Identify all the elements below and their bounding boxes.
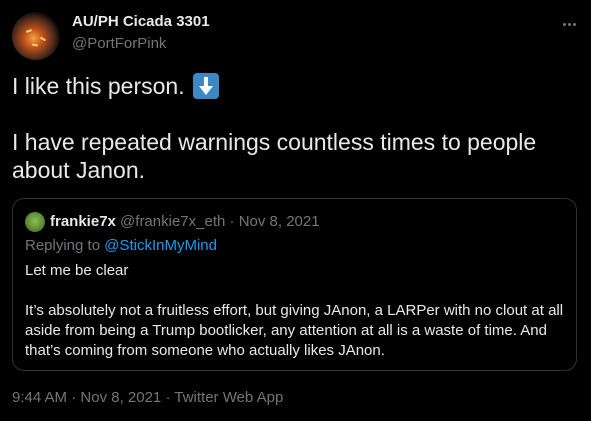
tweet-date-link[interactable]: Nov 8, 2021: [80, 389, 161, 406]
replying-to: Replying to @StickInMyMind: [25, 237, 217, 254]
dot: [562, 22, 566, 26]
avatar-spark: [39, 36, 47, 42]
tweet-line-2: I have repeated warnings countless times…: [12, 129, 537, 183]
tweet-time-link[interactable]: 9:44 AM: [12, 389, 67, 406]
quoted-paragraph-2: It’s absolutely not a fruitless effort, …: [25, 302, 564, 359]
author-avatar[interactable]: [12, 12, 60, 60]
tweet-line-1: I like this person.: [12, 72, 572, 100]
author-handle[interactable]: @PortForPink: [72, 35, 166, 52]
more-options-icon[interactable]: [559, 14, 579, 34]
footer-separator: ·: [71, 389, 77, 406]
quoted-author-name[interactable]: frankie7x: [50, 213, 116, 230]
quoted-paragraph-1: Let me be clear: [25, 262, 129, 279]
quoted-tweet-text: Let me be clear It’s absolutely not a fr…: [25, 261, 565, 361]
avatar-spark: [25, 29, 33, 33]
tweet-text: I like this person. I have repeated warn…: [12, 72, 572, 184]
tweet-source-link[interactable]: Twitter Web App: [174, 389, 283, 406]
footer-separator: ·: [165, 389, 171, 406]
quoted-author-handle[interactable]: @frankie7x_eth: [120, 213, 225, 230]
quoted-date[interactable]: Nov 8, 2021: [239, 213, 320, 230]
quoted-separator: ·: [229, 213, 235, 230]
author-display-name[interactable]: AU/PH Cicada 3301: [72, 13, 210, 30]
quoted-tweet[interactable]: frankie7x @frankie7x_eth · Nov 8, 2021 R…: [12, 198, 577, 371]
tweet-line-1-text: I like this person.: [12, 73, 185, 99]
dot: [572, 22, 576, 26]
quoted-author-avatar[interactable]: [25, 212, 45, 232]
replying-to-label: Replying to: [25, 237, 101, 254]
replying-to-handle-link[interactable]: @StickInMyMind: [104, 237, 217, 254]
dot: [567, 22, 571, 26]
avatar-spark: [31, 43, 39, 47]
tweet-timestamp: 9:44 AM · Nov 8, 2021 · Twitter Web App: [12, 389, 283, 406]
down-arrow-emoji-icon: [192, 73, 219, 99]
quoted-tweet-header: frankie7x @frankie7x_eth · Nov 8, 2021: [50, 213, 320, 230]
tweet-container: AU/PH Cicada 3301 @PortForPink I like th…: [0, 0, 591, 421]
